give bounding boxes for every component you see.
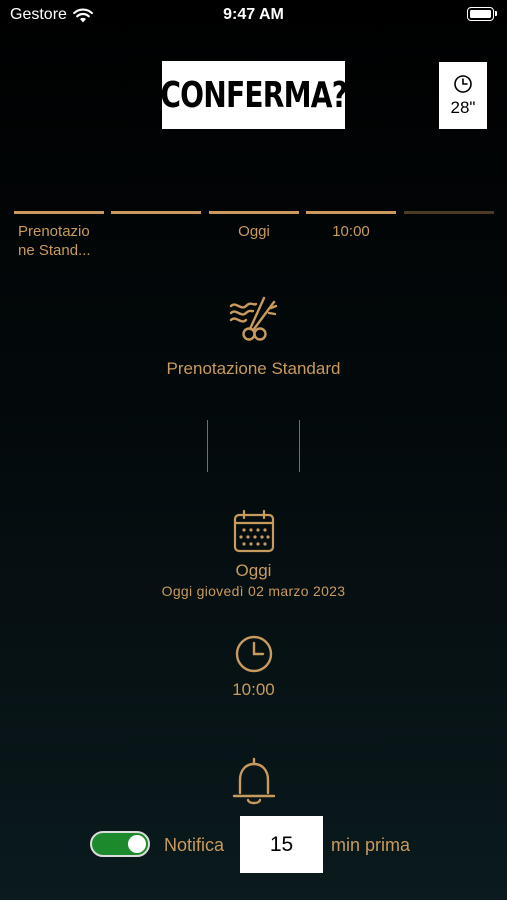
date-main: Oggi (235, 561, 272, 580)
page-title-text: CONFERMA? (160, 74, 348, 116)
step-bar-4 (306, 211, 396, 214)
service-detail-frame (207, 420, 300, 472)
battery-icon (467, 7, 497, 21)
calendar-icon (233, 509, 275, 553)
notification-toggle[interactable] (90, 831, 150, 857)
step-label-3[interactable]: Oggi (209, 222, 299, 241)
toggle-knob (128, 835, 146, 853)
time-main: 10:00 (232, 680, 275, 699)
minutes-suffix: min prima (331, 835, 411, 855)
step-bar-3 (209, 211, 299, 214)
step-bar-5 (404, 211, 494, 214)
step-label-1[interactable]: Prenotazio ne Stand... (18, 222, 108, 260)
step-bar-1 (14, 211, 104, 214)
service-name: Prenotazione Standard (166, 359, 341, 378)
clock-small-icon (454, 74, 472, 93)
page-title: CONFERMA? (160, 61, 348, 129)
bell-icon (232, 757, 276, 805)
minutes-input[interactable]: 15 (240, 816, 323, 873)
minutes-value: 15 (269, 832, 294, 856)
countdown-timer: 28" (439, 62, 487, 129)
scissors-wave-icon (229, 296, 278, 341)
clock-icon (235, 635, 273, 673)
step-label-4[interactable]: 10:00 (306, 222, 396, 241)
notification-label: Notifica (164, 835, 225, 855)
step-bar-2 (111, 211, 201, 214)
date-full: Oggi giovedì 02 marzo 2023 (161, 583, 346, 599)
status-time: 9:47 AM (223, 6, 284, 23)
countdown-value: 28" (450, 97, 476, 117)
